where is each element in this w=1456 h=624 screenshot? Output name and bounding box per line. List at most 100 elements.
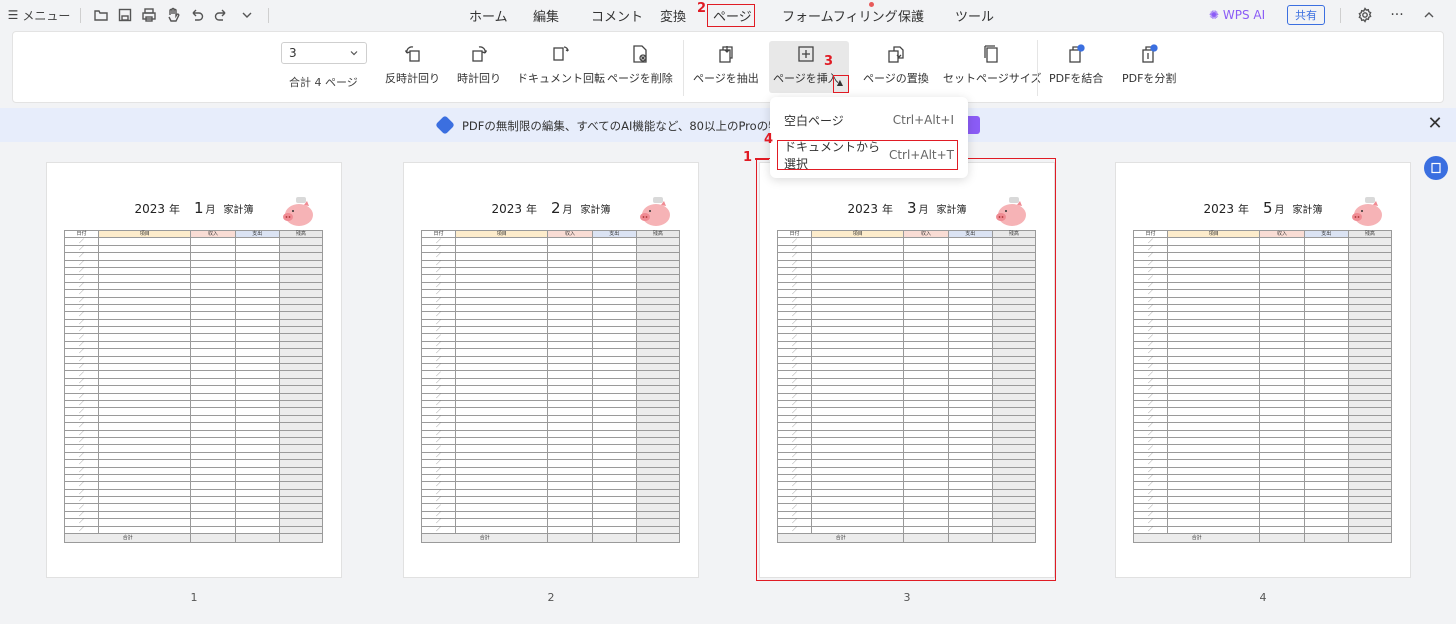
sheet-cell — [1347, 281, 1393, 291]
sheet-cell — [190, 252, 236, 261]
sheet-cell — [591, 289, 637, 298]
tab-convert[interactable]: 変換 — [660, 6, 686, 25]
sheet-cell — [635, 414, 681, 424]
sheet-cell — [234, 451, 280, 461]
sheet-cell — [635, 510, 681, 520]
sheet-cell — [278, 333, 324, 342]
tab-edit[interactable]: 編集 — [533, 6, 559, 25]
close-banner-icon[interactable]: ✕ — [1424, 113, 1446, 135]
set-page-size-button[interactable]: セットページサイズ — [943, 44, 1041, 86]
sheet-total-label: 合計 — [420, 533, 549, 544]
sheet-cell — [455, 370, 549, 379]
sheet-cell — [1347, 244, 1393, 254]
more-options-icon[interactable]: ··· — [1386, 4, 1408, 26]
hand-tool-icon[interactable] — [162, 4, 184, 26]
sheet-cell: ／ — [1132, 496, 1169, 505]
sheet-cell — [1303, 525, 1349, 535]
sheet-cell — [591, 370, 637, 379]
replace-page-button[interactable]: ページの置換 — [863, 44, 929, 86]
extract-page-label: ページを抽出 — [693, 72, 759, 85]
sheet-cell: ／ — [63, 399, 100, 409]
sheet-cell — [234, 252, 280, 261]
rotate-counterclockwise-button[interactable]: 反時計回り — [385, 44, 440, 86]
print-icon[interactable] — [138, 4, 160, 26]
sheet-cell — [1167, 385, 1261, 394]
sheet-cell: ／ — [420, 237, 457, 246]
sheet-cell — [278, 503, 324, 512]
divider — [268, 8, 269, 23]
collapse-chevron-up-icon[interactable] — [1418, 4, 1440, 26]
sheet-cell — [190, 503, 236, 512]
sheet-cell — [1167, 237, 1261, 246]
tab-protect[interactable]: 保護 — [898, 6, 924, 25]
chevron-down-icon[interactable] — [236, 4, 258, 26]
undo-icon[interactable] — [186, 4, 208, 26]
sheet-cell — [1347, 488, 1393, 498]
sheet-cell — [455, 399, 549, 409]
sheet-cell — [1259, 392, 1305, 402]
page-thumbnail[interactable]: 2023 年 5 月家計簿 日付 項目 収入 支出 残高／／／／／／／／／／／／／／／／／／／／… — [1115, 162, 1411, 578]
menu-item-blank-page[interactable]: 空白ページ Ctrl+Alt+I — [778, 106, 960, 134]
sheet-cell — [278, 274, 324, 283]
share-button[interactable]: 共有 — [1287, 5, 1325, 25]
sheet-cell: ／ — [1132, 518, 1169, 527]
sheet-cell — [635, 385, 681, 394]
sheet-cell — [1259, 340, 1305, 350]
sheet-cell: ／ — [1132, 407, 1169, 416]
extract-page-button[interactable]: ページを抽出 — [693, 44, 759, 86]
assistant-floating-icon[interactable] — [1424, 156, 1448, 180]
sheet-cell — [547, 473, 593, 483]
page-thumbnail[interactable]: 2023 年 2 月家計簿 日付 項目 収入 支出 残高／／／／／／／／／／／／／／／／／／／／… — [403, 162, 699, 578]
tab-comment[interactable]: コメント — [591, 6, 643, 25]
sheet-cell — [1167, 436, 1261, 446]
sheet-cell — [98, 392, 192, 402]
sheet-cell — [1259, 370, 1305, 379]
open-folder-icon[interactable] — [90, 4, 112, 26]
sheet-cell — [1259, 274, 1305, 283]
sheet-cell: ／ — [1132, 289, 1169, 298]
sheet-cell: ／ — [63, 422, 100, 431]
sheet-cell — [591, 481, 637, 490]
tab-tools[interactable]: ツール — [955, 6, 994, 25]
rotate-clockwise-button[interactable]: 時計回り — [457, 44, 501, 86]
page-year: 2023 — [134, 202, 165, 216]
sheet-cell — [1167, 444, 1261, 453]
sheet-cell — [635, 429, 681, 438]
sheet-cell — [547, 488, 593, 498]
menu-button[interactable]: ☰ メニュー — [6, 4, 72, 26]
redo-icon[interactable] — [210, 4, 232, 26]
budget-sheet-table: 日付 項目 収入 支出 残高／／／／／／／／／／／／／／／／／／／／／／／／／／／／／／… — [63, 229, 324, 544]
sheet-cell — [635, 296, 681, 305]
sheet-cell — [1167, 422, 1261, 431]
sheet-cell — [635, 318, 681, 328]
merge-pdf-button[interactable]: PDFを結合 — [1049, 44, 1103, 86]
sheet-cell — [547, 525, 593, 535]
sheet-cell — [1167, 259, 1261, 268]
tab-form-filling[interactable]: フォームフィリング — [782, 6, 898, 25]
sheet-cell — [1259, 385, 1305, 394]
sheet-cell — [1347, 392, 1393, 402]
sheet-cell: ／ — [1132, 326, 1169, 335]
sheet-cell — [547, 355, 593, 365]
save-icon[interactable] — [114, 4, 136, 26]
page-thumbnail[interactable]: 2023 年 1 月家計簿 日付 項目 収入 支出 残高／／／／／／／／／／／／／／／／／／／／… — [46, 162, 342, 578]
sheet-cell — [547, 444, 593, 453]
sheet-cell — [1347, 266, 1393, 276]
delete-page-button[interactable]: ページを削除 — [607, 44, 673, 86]
sheet-cell: ／ — [1132, 252, 1169, 261]
sheet-cell: ／ — [1132, 481, 1169, 490]
split-pdf-button[interactable]: PDFを分割 — [1122, 44, 1176, 86]
sheet-cell: ／ — [420, 444, 457, 453]
sheet-cell — [547, 237, 593, 246]
sheet-cell — [1303, 518, 1349, 527]
sheet-cell — [98, 459, 192, 468]
tab-home[interactable]: ホーム — [469, 6, 508, 25]
sheet-cell: ／ — [63, 481, 100, 490]
document-rotate-button[interactable]: ドキュメント回転 — [517, 44, 605, 86]
sheet-cell — [635, 333, 681, 342]
settings-gear-icon[interactable] — [1354, 4, 1376, 26]
wps-ai-button[interactable]: ✺ WPS AI — [1205, 4, 1269, 26]
sheet-cell — [190, 385, 236, 394]
sheet-cell — [98, 481, 192, 490]
page-number-select[interactable]: 3 — [281, 42, 367, 64]
